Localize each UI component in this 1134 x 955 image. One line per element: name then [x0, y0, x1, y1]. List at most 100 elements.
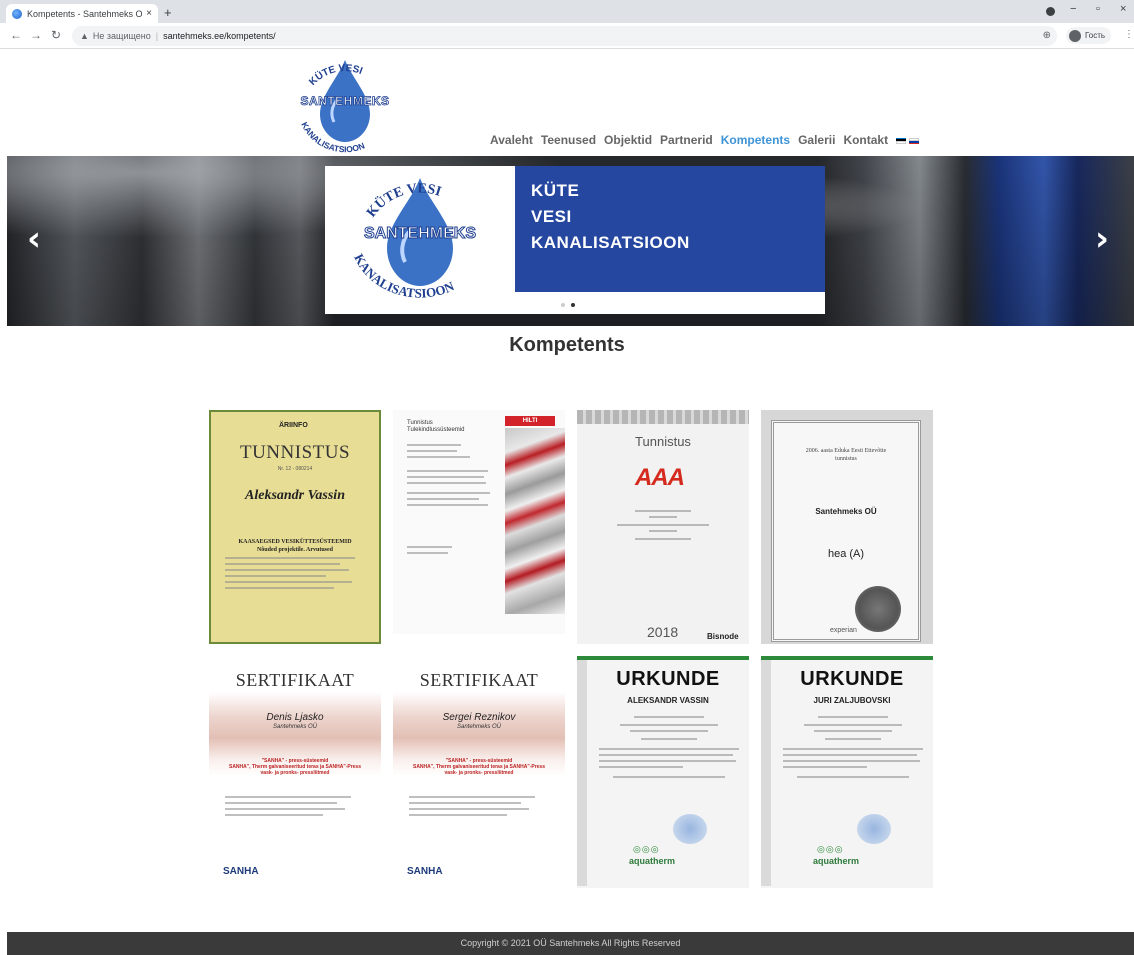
arinfo-logo: ÄRIINFO [279, 422, 308, 429]
russian-flag-icon[interactable] [909, 138, 919, 144]
maximize-button[interactable]: ▫ [1096, 3, 1100, 15]
cert-header: 2006. aasta Eduka Eesti Ettevõtte tunnis… [774, 447, 918, 463]
favicon-icon [12, 8, 22, 19]
hilti-logo: HILTI [505, 416, 555, 426]
close-window-button[interactable]: × [1120, 3, 1126, 15]
sanha-logo: SANHA [223, 866, 259, 877]
nav-kontakt[interactable]: Kontakt [843, 133, 888, 147]
cert-header-1: 2006. aasta Eduka Eesti Ettevõtte [805, 448, 887, 454]
certificate-sanha-reznikov[interactable]: SERTIFIKAAT Sergei Reznikov Santehmeks O… [393, 656, 565, 888]
estonian-flag-icon[interactable] [896, 138, 906, 144]
cert-title: TUNNISTUS [239, 442, 351, 463]
certificate-urkunde-vassin[interactable]: URKUNDE ALEKSANDR VASSIN ◎◎◎ aquatherm [577, 656, 749, 888]
profile-button[interactable]: Гость [1066, 27, 1112, 44]
nav-objektid[interactable]: Objektid [604, 133, 652, 147]
tab-title: Kompetents - Santehmeks OÜ [27, 8, 143, 19]
cert-body-lines [407, 444, 497, 558]
slide-line-kute: KÜTE [531, 181, 580, 200]
address-bar: ← → ↻ ▲ Не защищено | santehmeks.ee/komp… [0, 23, 1134, 49]
green-top-bar [761, 656, 933, 660]
cert-title: URKUNDE [616, 668, 720, 690]
side-strip [577, 660, 587, 886]
warning-icon: ▲ [80, 31, 89, 41]
cert-company: Santehmeks OÜ [272, 724, 318, 730]
cert-body-lines [617, 510, 709, 544]
reload-icon[interactable]: ↻ [51, 28, 61, 42]
copyright-text: Copyright © 2021 OÜ Santehmeks All Right… [460, 938, 681, 948]
aquatherm-logo: aquatherm [813, 856, 860, 866]
avatar-icon [1069, 29, 1081, 42]
certificate-sanha-ljasko[interactable]: SERTIFIKAAT Denis Ljasko Santehmeks OÜ "… [209, 656, 381, 888]
slide-line-kanalisatsioon: KANALISATSIOON [531, 233, 690, 252]
cert-product-text: "SANHA" - press-süsteemid SANHA", Therm … [209, 758, 381, 776]
aaa-rating-logo: AAA [635, 464, 685, 491]
cert-holder-name: ALEKSANDR VASSIN [627, 696, 709, 705]
cert-title-2: Tulekindlussüsteemid [407, 427, 465, 433]
cert-title: SERTIFIKAAT [235, 670, 355, 690]
sanha-logo: SANHA [407, 866, 443, 877]
cert-product-line-3: vask- ja pronks- pressliitmed [444, 770, 514, 776]
slide-line-vesi: VESI [531, 207, 572, 226]
cert-title: SERTIFIKAAT [419, 670, 539, 690]
certificate-experian[interactable]: 2006. aasta Eduka Eesti Ettevõtte tunnis… [761, 410, 933, 644]
nav-kompetents[interactable]: Kompetents [721, 133, 790, 147]
cert-header: Tunnistus Tulekindlussüsteemid [407, 420, 464, 434]
hero-slide: KÜTE VESI SANTEHMEKS KANALISATSIOON KÜTE… [325, 166, 825, 314]
site-footer: Copyright © 2021 OÜ Santehmeks All Right… [7, 932, 1134, 955]
seal-icon [855, 586, 901, 632]
browser-profile-icon[interactable] [1046, 7, 1055, 16]
zoom-icon[interactable]: ⊕ [1043, 30, 1051, 41]
experian-logo: experian [830, 627, 857, 634]
url-omnibox[interactable]: ▲ Не защищено | santehmeks.ee/kompetents… [72, 26, 1057, 46]
cert-holder-name: Denis Ljasko [266, 712, 324, 723]
nav-teenused[interactable]: Teenused [541, 133, 596, 147]
site-logo[interactable]: KÜTE VESI SANTEHMEKS KANALISATSIOON [282, 56, 408, 154]
language-switcher [896, 138, 919, 144]
slide-logo-wordmark: SANTEHMEKS [364, 225, 476, 242]
bisnode-logo: Bisnode [707, 632, 739, 641]
cert-year: 2018 [647, 624, 679, 640]
cert-subject-line-1: KAASAEGSED VESIKÜTTESÜSTEEMID [238, 539, 352, 545]
cert-holder-name: Sergei Reznikov [442, 712, 516, 723]
nav-avaleht[interactable]: Avaleht [490, 133, 533, 147]
cert-holder-name: Aleksandr Vassin [245, 488, 345, 503]
cert-number: Nr. 12 - 080214 [277, 466, 313, 472]
cert-product-text: "SANHA" - press-süsteemid SANHA", Therm … [393, 758, 565, 776]
pipes-photo [505, 428, 565, 614]
cert-title-1: Tunnistus [407, 420, 433, 426]
stamp-icon [857, 814, 891, 844]
main-nav: Avaleht Teenused Objektid Partnerid Komp… [490, 133, 896, 147]
security-label: Не защищено [92, 31, 151, 41]
aquatherm-circles-icon: ◎◎◎ [817, 844, 844, 854]
minimize-button[interactable]: − [1070, 3, 1076, 15]
cert-subject-line-2: Nõuded projektile. Arvutused [256, 547, 334, 553]
side-strip [761, 660, 771, 886]
slider-dot-1[interactable] [561, 303, 565, 307]
aquatherm-circles-icon: ◎◎◎ [633, 844, 660, 854]
cert-border-band [577, 410, 749, 424]
cert-body-lines [409, 796, 549, 820]
page-title: Kompetents [509, 334, 625, 356]
new-tab-button[interactable]: + [164, 5, 172, 20]
certificate-urkunde-zaljubovski[interactable]: URKUNDE JURI ZALJUBOVSKI ◎◎◎ aquatherm [761, 656, 933, 888]
cert-body-lines [783, 716, 923, 782]
slider-dot-2[interactable] [571, 303, 575, 307]
certificate-aaa[interactable]: Tunnistus AAA 2018 Bisnode [577, 410, 749, 644]
slider-prev-arrow[interactable]: ‹ [27, 222, 41, 256]
slider-next-arrow[interactable]: › [1095, 222, 1109, 256]
cert-holder-name: JURI ZALJUBOVSKI [813, 696, 891, 705]
back-arrow-icon[interactable]: ← [10, 28, 22, 42]
certificate-hilti[interactable]: Tunnistus Tulekindlussüsteemid HILTI [393, 410, 565, 634]
menu-kebab-icon[interactable]: ⋮ [1124, 29, 1134, 40]
forward-arrow-icon[interactable]: → [30, 28, 42, 42]
aquatherm-logo: aquatherm [629, 856, 676, 866]
profile-label: Гость [1085, 31, 1106, 40]
certificate-tunnistus-arinfo[interactable]: ÄRIINFO TUNNISTUS Nr. 12 - 080214 Aleksa… [209, 410, 381, 644]
cert-product-line-3: vask- ja pronks- pressliitmed [260, 770, 330, 776]
browser-tab[interactable]: Kompetents - Santehmeks OÜ × [6, 4, 158, 23]
nav-partnerid[interactable]: Partnerid [660, 133, 713, 147]
tab-close-icon[interactable]: × [146, 8, 152, 19]
cert-title: Tunnistus [635, 434, 691, 449]
slider-dots [561, 303, 575, 307]
nav-galerii[interactable]: Galerii [798, 133, 835, 147]
